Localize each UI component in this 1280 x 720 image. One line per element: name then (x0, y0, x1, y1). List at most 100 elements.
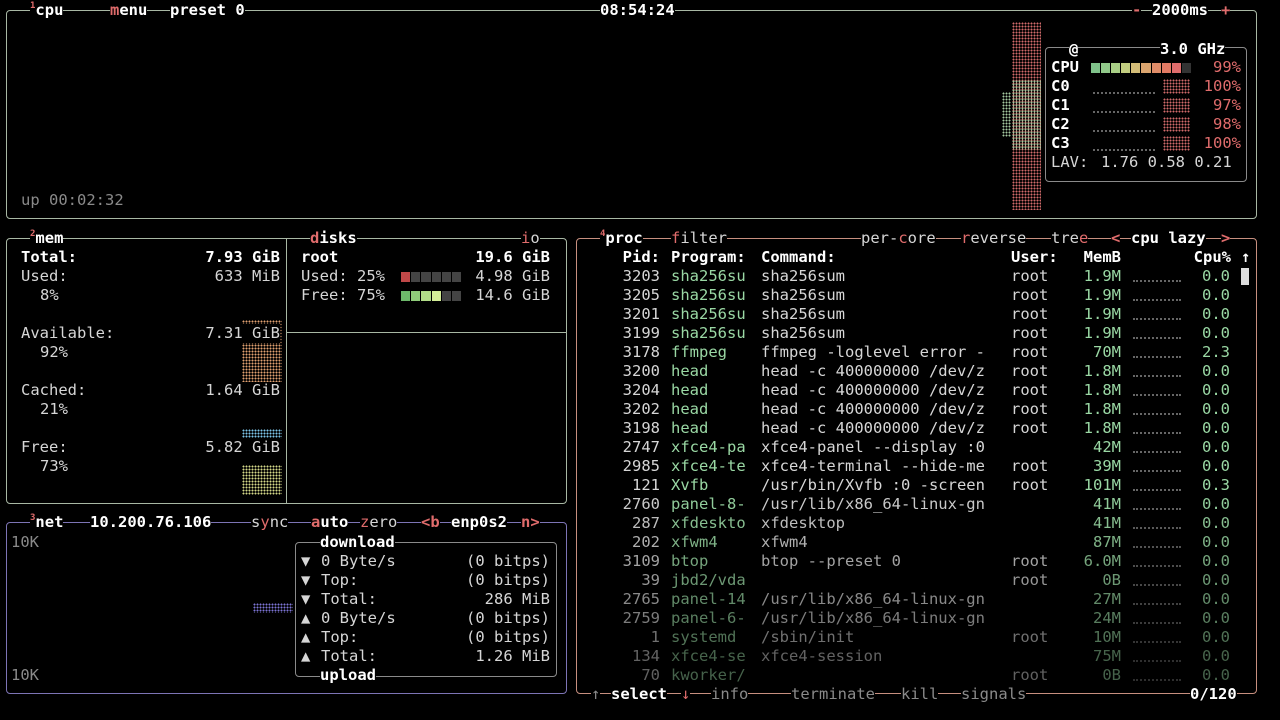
table-row[interactable]: 287 xfdeskto xfdesktop 41M 0.0 (590, 514, 1240, 533)
table-row[interactable]: 2985 xfce4-te xfce4-terminal --hide-me root… (590, 457, 1240, 476)
header-cpu[interactable]: Cpu% (1180, 248, 1231, 267)
table-row[interactable]: 1 systemd/sbin/init root 10M 0.0 (590, 628, 1240, 647)
cpu-history (1133, 372, 1181, 377)
mem-used-label: Used: (21, 267, 68, 285)
cpu-history (1133, 619, 1181, 624)
scrollbar-thumb[interactable] (1241, 268, 1249, 285)
filter-button[interactable]: filter (671, 229, 728, 248)
tree-toggle[interactable]: tree (1051, 229, 1089, 248)
upload-label: upload (320, 666, 376, 685)
mem-cached-value: 1.64 GiB (205, 381, 280, 399)
io-toggle[interactable]: io (521, 229, 540, 248)
cpu-cell: 0.0 (1202, 381, 1230, 399)
process-count: 0/120 (1190, 685, 1237, 704)
table-row[interactable]: 3200 head head -c 400000000 /dev/z root 1.8M… (590, 362, 1240, 381)
net-graph (253, 603, 293, 613)
header-user[interactable]: User: (1011, 248, 1058, 267)
program-cell: sha256su (671, 267, 746, 285)
clock: 08:54:24 (600, 1, 675, 20)
interval-minus-button[interactable]: - (1132, 1, 1142, 20)
mem-free-pct: 73% (40, 457, 68, 475)
preset-button[interactable]: preset 0 (170, 1, 245, 20)
user-cell: root (1011, 362, 1049, 380)
net-auto-toggle[interactable]: auto (311, 513, 349, 532)
user-cell: root (1011, 552, 1049, 570)
kill-button[interactable]: kill (901, 685, 939, 704)
mem-used-pct: 8% (40, 286, 59, 304)
table-row[interactable]: 70 kworker/root 0B 0.0 (590, 666, 1240, 685)
net-title[interactable]: 3net (30, 513, 64, 532)
pid-cell: 3201 (622, 305, 660, 323)
upload-total: 1.26 MiB (475, 647, 550, 665)
table-row[interactable]: 3204 head head -c 400000000 /dev/z root 1.8M… (590, 381, 1240, 400)
signals-button[interactable]: signals (961, 685, 1027, 704)
select-label: select (611, 685, 667, 704)
download-rate-arrow: ▼ (301, 552, 311, 570)
header-command[interactable]: Command: (761, 248, 836, 267)
table-row[interactable]: 3205 sha256su sha256sum root 1.9M 0.0 (590, 286, 1240, 305)
user-cell: root (1011, 324, 1049, 342)
net-iface-next[interactable]: n> (521, 513, 540, 532)
select-up-icon[interactable]: ↑ (591, 685, 601, 704)
per-core-toggle[interactable]: per-core (861, 229, 936, 248)
cpu-total-pct: 99% (1213, 58, 1241, 76)
reverse-toggle[interactable]: reverse (961, 229, 1027, 248)
table-row[interactable]: 134 xfce4-se xfce4-session 75M 0.0 (590, 647, 1240, 666)
table-row[interactable]: 3178 ffmpeg ffmpeg -loglevel error - root 70… (590, 343, 1240, 362)
download-top-arrow: ▼ (301, 571, 311, 589)
mem-cell: 1.8M (1083, 419, 1121, 437)
menu-button[interactable]: menu (110, 1, 148, 20)
interval-plus-button[interactable]: + (1221, 1, 1231, 20)
table-row[interactable]: 3202 head head -c 400000000 /dev/z root 1.8M… (590, 400, 1240, 419)
table-row[interactable]: 121 Xvfb/usr/bin/Xvfb :0 -screen root 101M 0… (590, 476, 1240, 495)
table-row[interactable]: 2765 panel-14/usr/lib/x86_64-linux-gn 27M 0… (590, 590, 1240, 609)
mem-avail-value: 7.31 GiB (180, 324, 280, 343)
select-down-icon[interactable]: ↓ (681, 685, 691, 704)
net-ip: 10.200.76.106 (90, 513, 212, 532)
net-sync-toggle[interactable]: sync (251, 513, 289, 532)
table-row[interactable]: 202 xfwm4 xfwm4 87M 0.0 (590, 533, 1240, 552)
pid-cell: 202 (632, 533, 660, 551)
info-button[interactable]: info (711, 685, 749, 704)
header-program[interactable]: Program: (671, 248, 746, 267)
cpu-title[interactable]: 1cpu (30, 1, 64, 20)
mem-cell: 42M (1093, 438, 1121, 456)
header-pid[interactable]: Pid: (600, 248, 660, 267)
header-mem[interactable]: MemB (1070, 248, 1121, 267)
table-row[interactable]: 3201 sha256su sha256sum root 1.9M 0.0 (590, 305, 1240, 324)
program-cell: sha256su (671, 324, 746, 342)
net-zero-toggle[interactable]: zero (360, 513, 398, 532)
program-cell: panel-8- (671, 495, 746, 513)
disk-free-value: 14.6 GiB (475, 286, 550, 304)
cpu-history (1133, 657, 1181, 662)
table-row[interactable]: 2747 xfce4-pa xfce4-panel --display :0 42M 0… (590, 438, 1240, 457)
table-row[interactable]: 2759 panel-6- /usr/lib/x86_64-linux-gn 24M 0… (590, 609, 1240, 628)
cpu-cell: 0.0 (1202, 267, 1230, 285)
table-row[interactable]: 39 jbd2/vda root 0B 0.0 (590, 571, 1240, 590)
table-row[interactable]: 3203 sha256su sha256sum root 1.9M 0.0 (590, 267, 1240, 286)
mem-total-label: Total: (21, 248, 77, 266)
cpu-history (1133, 581, 1181, 586)
terminate-button[interactable]: terminate (791, 685, 875, 704)
sort-prev-button[interactable]: < (1111, 229, 1121, 248)
cpu-cell: 0.0 (1202, 362, 1230, 380)
scroll-up-icon[interactable]: ↑ (1241, 248, 1250, 267)
user-cell: root (1011, 571, 1049, 589)
table-row[interactable]: 3109 btop btop --preset 0 root 6.0M 0.0 (590, 552, 1240, 571)
proc-title[interactable]: 4proc (600, 229, 643, 248)
table-row[interactable]: 3199 sha256su sha256sum root 1.9M 0.0 (590, 324, 1240, 343)
command-cell: xfce4-terminal --hide-me (761, 457, 985, 475)
disk-used-bar (401, 272, 462, 282)
program-cell: Xvfb (671, 476, 709, 494)
mem-title[interactable]: 2mem (30, 229, 64, 248)
pid-cell: 3109 (622, 552, 660, 570)
mem-cell: 0B (1102, 571, 1121, 589)
pid-cell: 3198 (622, 419, 660, 437)
command-cell: head -c 400000000 /dev/z (761, 362, 985, 380)
table-row[interactable]: 2760 panel-8- /usr/lib/x86_64-linux-gn 41M 0… (590, 495, 1240, 514)
net-iface-prev[interactable]: <b (421, 513, 440, 532)
sort-next-button[interactable]: > (1221, 229, 1231, 248)
table-row[interactable]: 3198 head head -c 400000000 /dev/z root 1.8M… (590, 419, 1240, 438)
disks-title[interactable]: disks (310, 229, 357, 248)
command-cell: sha256sum (761, 305, 845, 323)
